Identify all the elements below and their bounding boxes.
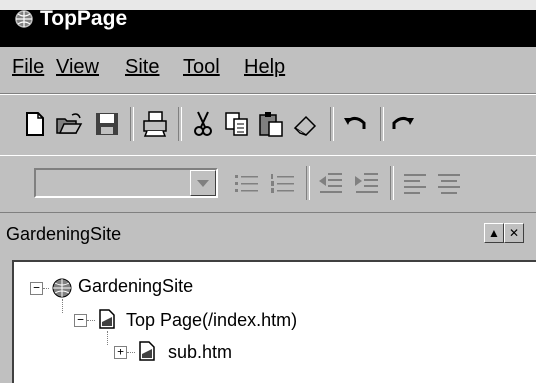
site-globe-icon [15, 10, 33, 28]
menu-site[interactable]: Site [125, 56, 159, 79]
tree-connector [62, 299, 63, 313]
page-icon [99, 309, 115, 329]
print-icon[interactable] [140, 109, 170, 139]
align-left-icon[interactable] [400, 168, 430, 198]
new-page-icon[interactable] [20, 109, 50, 139]
site-tree: − GardeningSite − Top Page(/index.htm) +… [12, 260, 536, 383]
tree-item-label: Top Page(/index.htm) [126, 310, 298, 330]
pane-close-icon[interactable]: ✕ [504, 223, 524, 243]
menu-file-label: File [12, 56, 45, 78]
toolbar-separator [390, 166, 394, 200]
standard-toolbar [0, 94, 536, 156]
site-globe-icon [52, 278, 72, 298]
menu-tool-label: Tool [183, 56, 220, 78]
menu-help-label: Help [244, 56, 286, 78]
tree-collapse-icon[interactable]: − [74, 314, 87, 327]
window-title: TopPage [40, 7, 128, 30]
redo-icon[interactable] [388, 109, 418, 139]
menu-view-label: View [56, 56, 99, 78]
tree-connector [127, 352, 135, 353]
tree-connector [107, 331, 108, 345]
toolbar-separator [178, 107, 182, 141]
toolbar-separator [306, 166, 310, 200]
pane-title: GardeningSite [6, 224, 122, 244]
copy-icon[interactable] [222, 109, 252, 139]
menu-bar: File View Site Tool Help [0, 47, 536, 94]
expander-glyph: − [33, 281, 40, 294]
tree-item-label: GardeningSite [78, 276, 194, 296]
tree-item-gardeningsite[interactable]: GardeningSite [78, 276, 193, 297]
menu-file[interactable]: File [12, 56, 44, 79]
expander-glyph: + [117, 345, 124, 358]
tree-item-sub[interactable]: sub.htm [168, 342, 232, 363]
decrease-indent-icon[interactable] [316, 168, 346, 198]
menu-view[interactable]: View [56, 56, 99, 79]
tree-connector [87, 320, 95, 321]
align-center-icon[interactable] [434, 168, 464, 198]
numbered-list-icon[interactable] [268, 168, 298, 198]
tree-connector [43, 288, 49, 289]
formatting-toolbar [0, 155, 536, 213]
chevron-down-icon [197, 180, 209, 187]
tree-collapse-icon[interactable]: − [30, 282, 43, 295]
bulleted-list-icon[interactable] [232, 168, 262, 198]
site-pane-header: GardeningSite ▲ ✕ [0, 214, 536, 256]
undo-icon[interactable] [340, 109, 370, 139]
menu-help[interactable]: Help [244, 56, 285, 79]
toolbar-separator [380, 107, 384, 141]
tree-expand-icon[interactable]: + [114, 346, 127, 359]
increase-indent-icon[interactable] [352, 168, 382, 198]
tree-item-label: sub.htm [168, 342, 233, 362]
tree-item-top-page[interactable]: Top Page(/index.htm) [126, 310, 297, 331]
open-icon[interactable] [54, 109, 84, 139]
page-icon [139, 341, 155, 361]
expander-glyph: − [77, 313, 84, 326]
menu-site-label: Site [125, 56, 160, 78]
toolbar-separator [130, 107, 134, 141]
combo-dropdown-button[interactable] [190, 170, 216, 196]
paste-icon[interactable] [256, 109, 286, 139]
pane-maximize-icon[interactable]: ▲ [484, 223, 504, 243]
toolbar-separator [330, 107, 334, 141]
title-bar[interactable]: TopPage [0, 0, 536, 47]
save-icon[interactable] [92, 109, 122, 139]
eraser-icon[interactable] [290, 109, 320, 139]
cut-icon[interactable] [188, 109, 218, 139]
menu-tool[interactable]: Tool [183, 56, 220, 79]
style-combo[interactable] [34, 168, 218, 198]
